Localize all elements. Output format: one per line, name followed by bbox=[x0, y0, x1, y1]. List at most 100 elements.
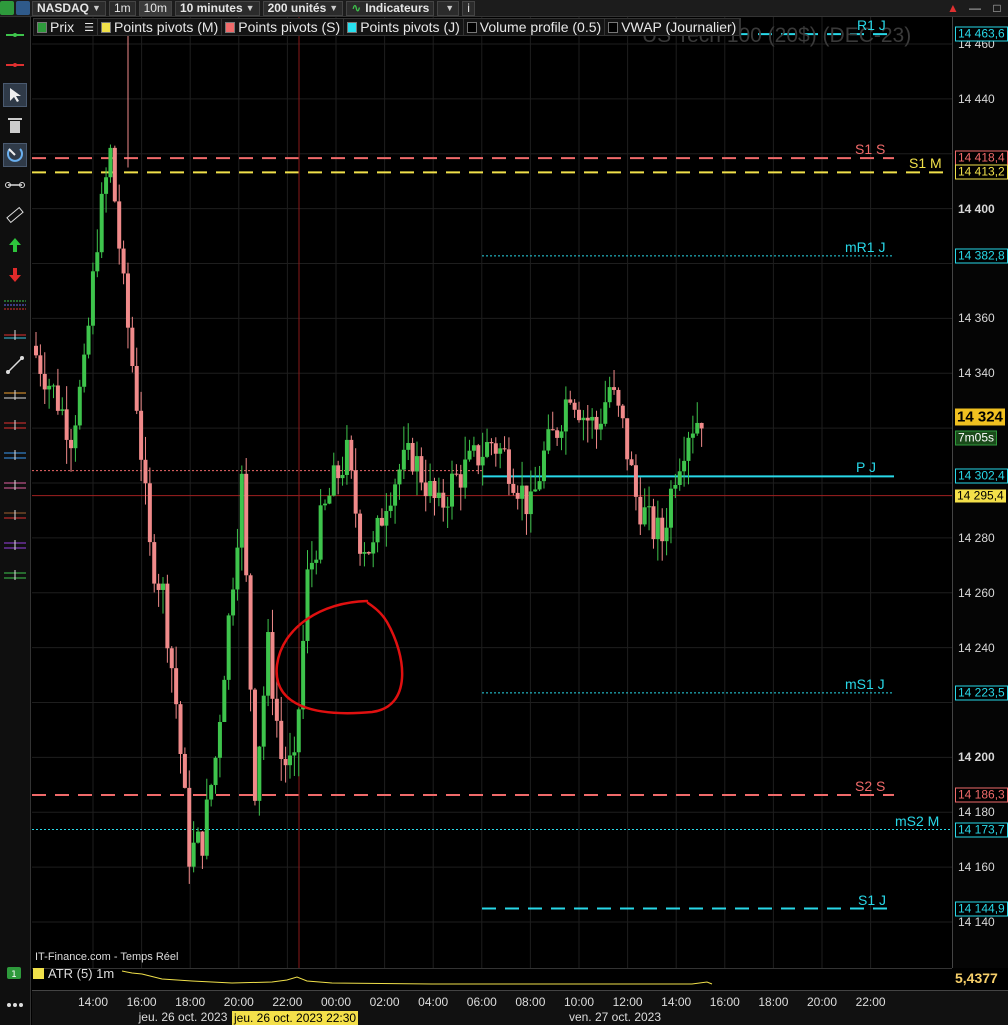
units-label: 200 unités bbox=[267, 0, 327, 15]
candle-body bbox=[77, 386, 82, 426]
chart-settings-icon[interactable] bbox=[16, 1, 30, 15]
restore-icon[interactable]: □ bbox=[986, 1, 1008, 15]
candle-body bbox=[130, 327, 135, 366]
price-chart[interactable] bbox=[32, 17, 952, 968]
candle-body bbox=[121, 248, 126, 274]
legend-item[interactable]: Points pivots (J) bbox=[344, 19, 464, 35]
candle-body bbox=[388, 505, 393, 512]
price-axis[interactable]: 14 460 14 440 14 400 14 360 14 340 14 280 14 2… bbox=[952, 17, 1008, 968]
period-label: 10 minutes bbox=[179, 0, 243, 15]
candle-body bbox=[502, 448, 507, 450]
list-icon[interactable]: ☰ bbox=[84, 21, 94, 34]
legend-item[interactable]: Points pivots (S) bbox=[222, 19, 345, 35]
atr-color-swatch[interactable] bbox=[33, 968, 44, 979]
candle-body bbox=[546, 429, 551, 451]
level-orange-icon[interactable] bbox=[3, 383, 27, 407]
candle-body bbox=[397, 469, 402, 485]
horizontal-line-red-icon[interactable] bbox=[3, 53, 27, 77]
candle-body bbox=[134, 365, 139, 411]
indicators-button[interactable]: ∿ Indicateurs bbox=[346, 0, 435, 16]
candle-body bbox=[598, 423, 603, 430]
candle-body bbox=[296, 709, 301, 753]
drawing-toolbar: 1 bbox=[0, 17, 31, 1025]
legend-color-swatch[interactable] bbox=[37, 21, 47, 33]
trend-line-icon[interactable] bbox=[3, 353, 27, 377]
level-brown-icon[interactable] bbox=[3, 503, 27, 527]
level-red-icon[interactable] bbox=[3, 413, 27, 437]
time-tick-label: 06:00 bbox=[466, 995, 497, 1009]
candle-body bbox=[594, 416, 599, 430]
level-blue-icon[interactable] bbox=[3, 443, 27, 467]
window-layout-icon[interactable] bbox=[0, 1, 14, 15]
legend-color-swatch[interactable] bbox=[466, 21, 477, 33]
legend-color-swatch[interactable] bbox=[101, 21, 111, 33]
info-button[interactable]: i bbox=[462, 0, 475, 16]
candle-body bbox=[257, 746, 262, 801]
segment-icon[interactable] bbox=[3, 173, 27, 197]
buy-arrow-icon[interactable] bbox=[3, 233, 27, 257]
candle-body bbox=[384, 511, 389, 526]
candle-body bbox=[362, 552, 367, 554]
candle-body bbox=[651, 506, 656, 540]
pivot-label: S1 J bbox=[858, 891, 887, 908]
candle-body bbox=[419, 456, 424, 483]
time-tick-label: 00:00 bbox=[320, 995, 352, 1009]
pivot-label: S1 S bbox=[855, 141, 886, 158]
candle-body bbox=[585, 417, 590, 421]
trash-icon[interactable] bbox=[3, 113, 27, 137]
pivot-template-icon[interactable] bbox=[3, 293, 27, 317]
candle-body bbox=[261, 695, 266, 747]
sell-arrow-icon[interactable] bbox=[3, 263, 27, 287]
legend-item[interactable]: Prix ☰ bbox=[34, 19, 98, 35]
candle-body bbox=[511, 483, 516, 493]
legend-label: VWAP (Journalier) bbox=[621, 19, 737, 35]
candle-body bbox=[112, 147, 117, 202]
horizontal-line-green-icon[interactable] bbox=[3, 23, 27, 47]
period-selector[interactable]: 10 minutes ▼ bbox=[174, 0, 260, 16]
more-options-icon[interactable] bbox=[3, 993, 27, 1017]
candle-body bbox=[375, 517, 380, 543]
level-purple-icon[interactable] bbox=[3, 533, 27, 557]
atr-indicator-pane[interactable] bbox=[32, 968, 952, 990]
magnet-icon[interactable] bbox=[3, 143, 27, 167]
timeframe-10m-button[interactable]: 10m bbox=[138, 0, 172, 16]
price-tick-label: 14 260 bbox=[958, 585, 995, 600]
candle-body bbox=[318, 505, 323, 560]
time-tick-label: 14:00 bbox=[77, 995, 109, 1009]
ruler-icon[interactable] bbox=[3, 203, 27, 227]
candle-body bbox=[563, 399, 568, 432]
minimize-icon[interactable]: — bbox=[964, 1, 986, 15]
legend-color-swatch[interactable] bbox=[347, 21, 358, 33]
candle-body bbox=[677, 471, 682, 485]
candlestick-chart[interactable] bbox=[32, 17, 952, 968]
units-selector[interactable]: 200 unités ▼ bbox=[262, 0, 344, 16]
price-tick-label: 14 360 bbox=[958, 311, 995, 326]
alert-icon[interactable]: ▲ bbox=[942, 1, 964, 15]
pivot-value-tag: 14 418,4 bbox=[955, 150, 1008, 166]
horizontal-level-icon[interactable] bbox=[3, 323, 27, 347]
candle-body bbox=[620, 405, 625, 419]
legend-item[interactable]: VWAP (Journalier) bbox=[605, 19, 741, 35]
time-axis[interactable]: 14:00 16:00 18:00 20:00 22:00 00:00 02:00 04:00… bbox=[32, 990, 1008, 1025]
indicators-dropdown[interactable]: ▼ bbox=[437, 0, 460, 16]
legend-color-swatch[interactable] bbox=[225, 21, 236, 33]
symbol-selector[interactable]: NASDAQ ▼ bbox=[32, 0, 106, 16]
candle-body bbox=[393, 484, 398, 506]
candle-body bbox=[471, 445, 476, 451]
legend-item[interactable]: Points pivots (M) bbox=[98, 19, 223, 35]
new-window-icon[interactable]: 1 bbox=[3, 961, 27, 985]
legend-color-swatch[interactable] bbox=[608, 21, 619, 33]
cursor-arrow-icon[interactable] bbox=[3, 83, 27, 107]
candle-body bbox=[664, 527, 669, 542]
level-green-icon[interactable] bbox=[3, 563, 27, 587]
candle-body bbox=[305, 569, 310, 641]
candle-body bbox=[209, 785, 214, 800]
candle-body bbox=[423, 482, 428, 497]
candle-body bbox=[47, 385, 52, 390]
legend-item[interactable]: Volume profile (0.5) bbox=[464, 19, 606, 35]
time-tick-label: 16:00 bbox=[709, 995, 740, 1009]
price-tick-label: 14 160 bbox=[958, 860, 995, 875]
atr-legend: ATR (5) 1m bbox=[33, 966, 114, 981]
timeframe-1m-button[interactable]: 1m bbox=[108, 0, 136, 16]
level-pink-icon[interactable] bbox=[3, 473, 27, 497]
